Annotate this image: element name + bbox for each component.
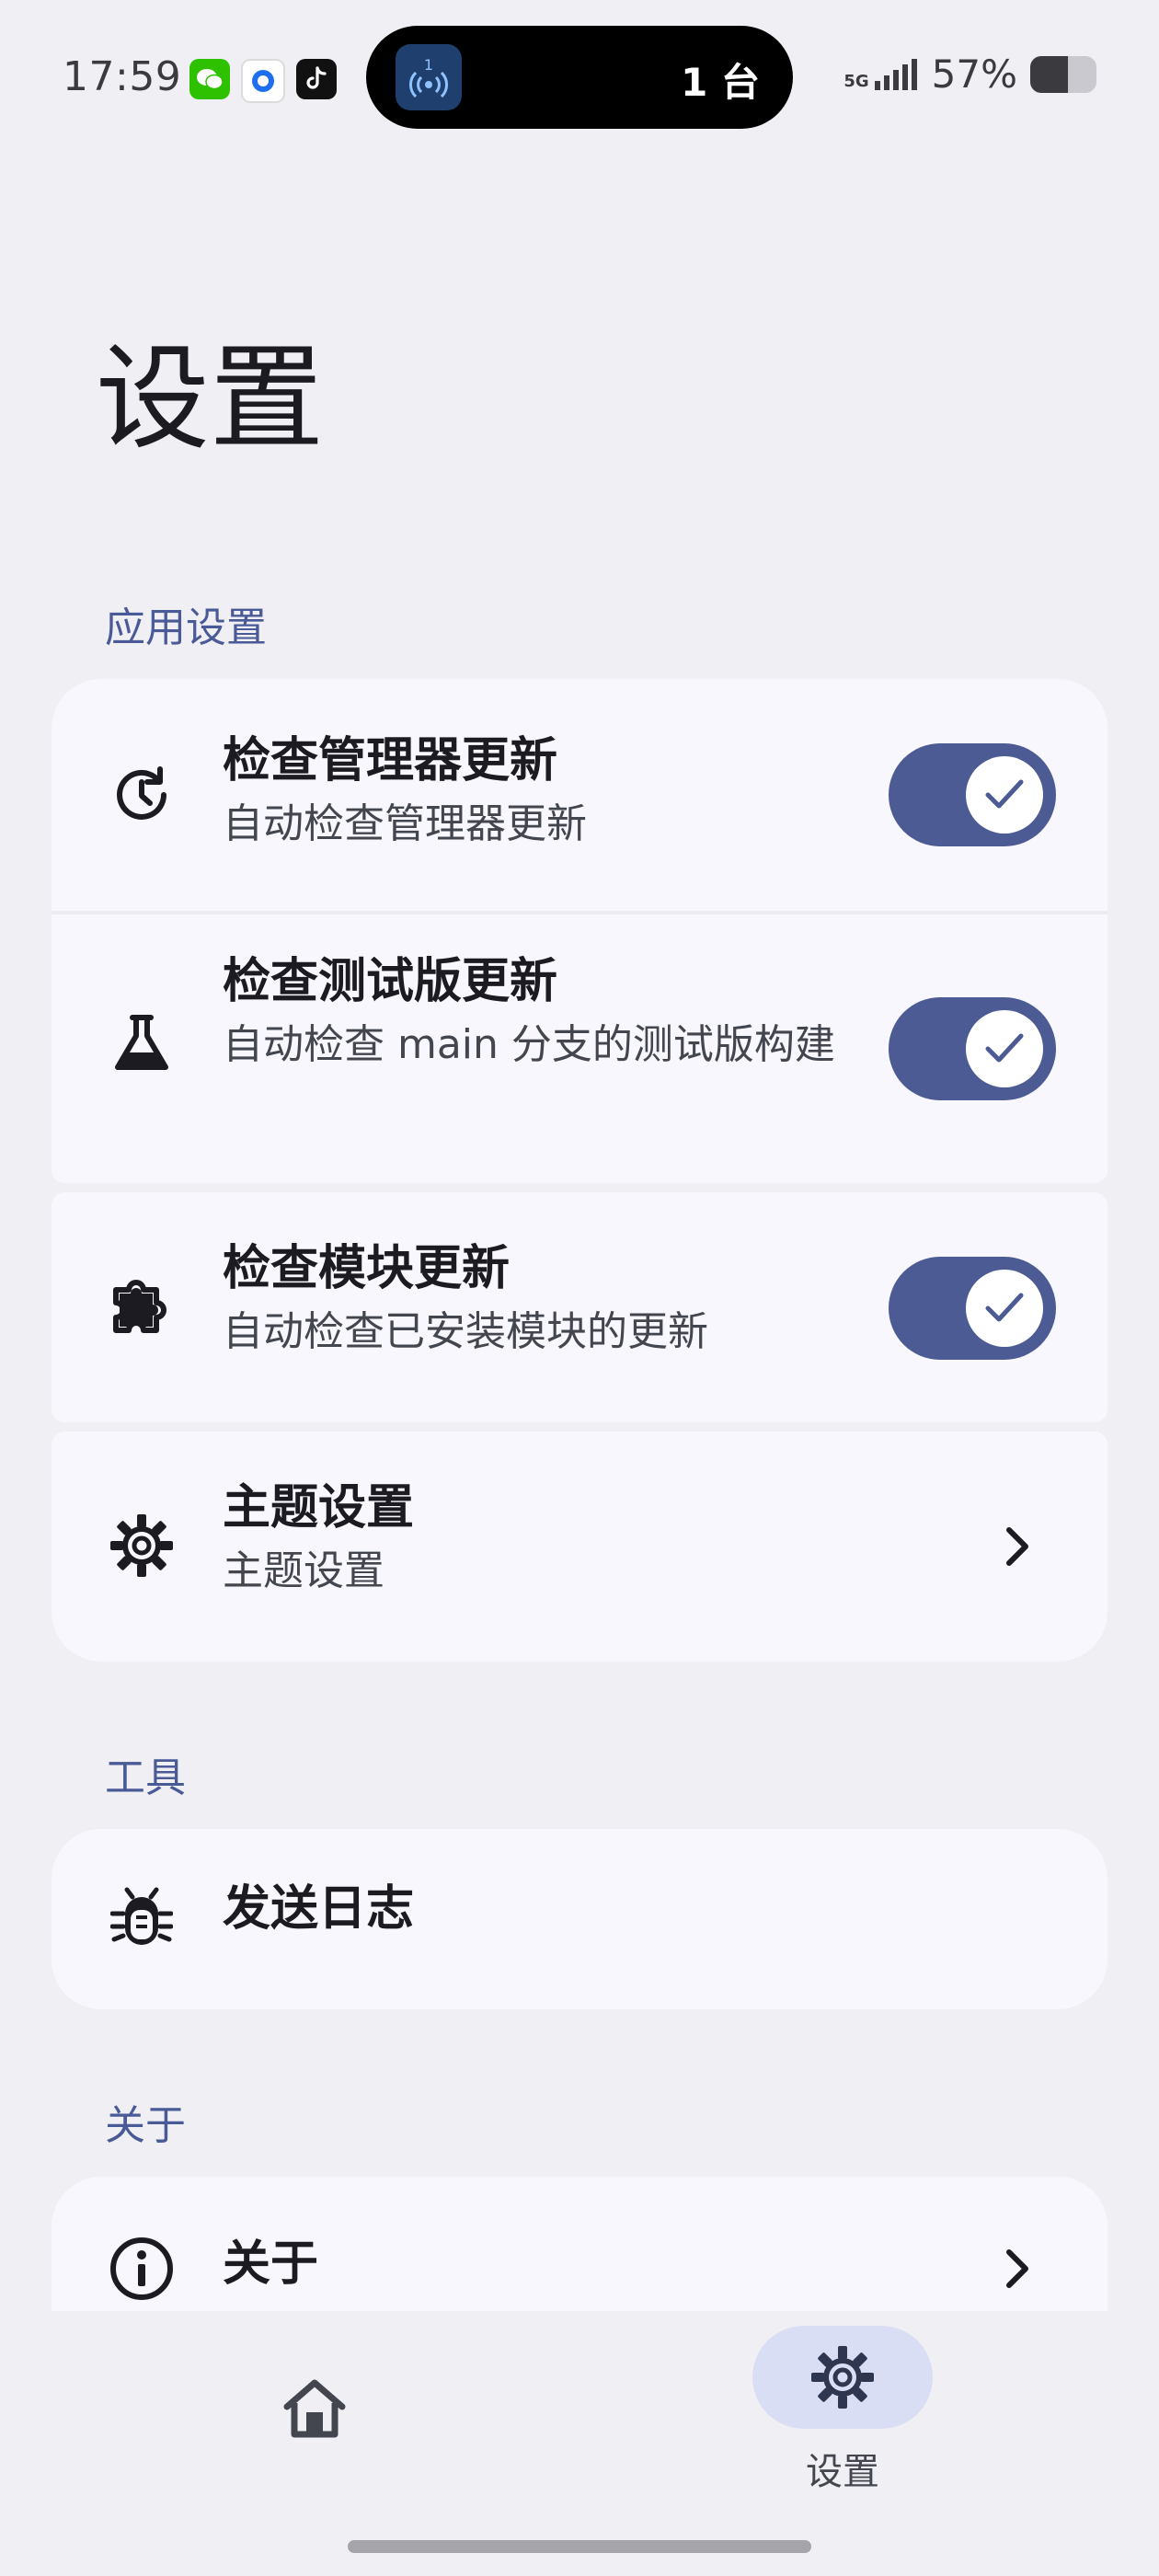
- setting-title: 关于: [223, 2237, 319, 2292]
- nav-item-settings[interactable]: 设置: [752, 2326, 933, 2495]
- puzzle-icon: [109, 1273, 175, 1340]
- status-time: 17:59: [63, 53, 182, 100]
- check-icon: [985, 1293, 1024, 1322]
- nav-label-settings: 设置: [806, 2451, 879, 2493]
- status-bar: 17:59 1 1 台 5G 57%: [0, 0, 1159, 156]
- check-icon: [985, 1033, 1024, 1063]
- check-manager-update-toggle[interactable]: [889, 743, 1056, 846]
- battery-fill: [1030, 55, 1069, 93]
- setting-title: 检查测试版更新: [223, 954, 558, 1009]
- battery-icon: [1030, 55, 1096, 93]
- setting-row-text: 检查测试版更新 自动检查 main 分支的测试版构建: [223, 951, 887, 1076]
- check-icon: [985, 779, 1024, 809]
- battery-percent: 57%: [931, 52, 1017, 97]
- setting-title: 主题设置: [223, 1480, 415, 1535]
- bug-icon: [109, 1886, 175, 1952]
- info-icon: [109, 2236, 175, 2302]
- section-header-tools: 工具: [105, 1754, 186, 1801]
- home-icon: [283, 2379, 346, 2438]
- check-module-update-toggle[interactable]: [889, 1257, 1056, 1360]
- chevron-right-icon: [999, 2249, 1036, 2288]
- setting-row-text: 检查管理器更新 自动检查管理器更新: [223, 730, 887, 856]
- flask-icon: [109, 1010, 175, 1076]
- nav-item-home[interactable]: [263, 2377, 366, 2453]
- section-header-app-settings: 应用设置: [105, 604, 267, 651]
- section-header-about: 关于: [105, 2102, 186, 2149]
- setting-row-theme[interactable]: 主题设置 主题设置: [52, 1432, 1107, 1662]
- setting-row-check-beta-update[interactable]: 检查测试版更新 自动检查 main 分支的测试版构建: [52, 914, 1107, 1183]
- wechat-icon: [189, 59, 230, 99]
- setting-title: 检查模块更新: [223, 1241, 511, 1296]
- setting-row-send-log[interactable]: 发送日志: [52, 1829, 1107, 2009]
- tiktok-icon: [296, 59, 337, 99]
- toggle-knob: [966, 756, 1043, 834]
- dynamic-island[interactable]: 1 1 台: [366, 26, 793, 129]
- update-clock-icon: [109, 762, 175, 828]
- bottom-navigation: 设置: [0, 2311, 1159, 2576]
- setting-subtitle: 自动检查已安装模块的更新: [223, 1307, 708, 1355]
- qq-browser-icon: [241, 59, 285, 103]
- setting-subtitle: 自动检查 main 分支的测试版构建: [223, 1020, 835, 1068]
- signal-indicator: 5G: [843, 58, 918, 91]
- settings-card-updates: 检查管理器更新 自动检查管理器更新 检查测试版更新 自动检查 main 分支的测…: [52, 679, 1107, 1183]
- status-app-icons: [189, 59, 337, 103]
- setting-row-check-module-update[interactable]: 检查模块更新 自动检查已安装模块的更新: [52, 1192, 1107, 1422]
- broadcast-icon: 1: [396, 44, 462, 110]
- home-indicator[interactable]: [348, 2540, 811, 2553]
- gear-icon: [811, 2346, 874, 2409]
- signal-bars-icon: [874, 58, 917, 90]
- nav-active-indicator: [752, 2326, 933, 2429]
- setting-row-about[interactable]: 关于: [52, 2177, 1107, 2311]
- setting-row-text: 主题设置 主题设置: [223, 1478, 887, 1603]
- network-type-label: 5G: [843, 71, 869, 91]
- setting-title: 检查管理器更新: [223, 733, 558, 788]
- status-right: 5G 57%: [843, 52, 1096, 97]
- chevron-right-icon: [999, 1527, 1036, 1566]
- island-badge-text: 1: [424, 56, 433, 74]
- setting-subtitle: 主题设置: [223, 1547, 384, 1594]
- toggle-knob: [966, 1270, 1043, 1347]
- check-beta-update-toggle[interactable]: [889, 997, 1056, 1100]
- setting-row-text: 检查模块更新 自动检查已安装模块的更新: [223, 1238, 887, 1363]
- page-title: 设置: [96, 333, 325, 466]
- setting-title: 发送日志: [223, 1881, 415, 1937]
- setting-subtitle: 自动检查管理器更新: [223, 799, 587, 847]
- setting-row-text: 发送日志: [223, 1879, 887, 1941]
- setting-row-check-manager-update[interactable]: 检查管理器更新 自动检查管理器更新: [52, 679, 1107, 911]
- island-device-count: 1 台: [681, 60, 760, 105]
- setting-row-text: 关于: [223, 2234, 887, 2296]
- toggle-knob: [966, 1010, 1043, 1087]
- gear-icon: [109, 1512, 175, 1579]
